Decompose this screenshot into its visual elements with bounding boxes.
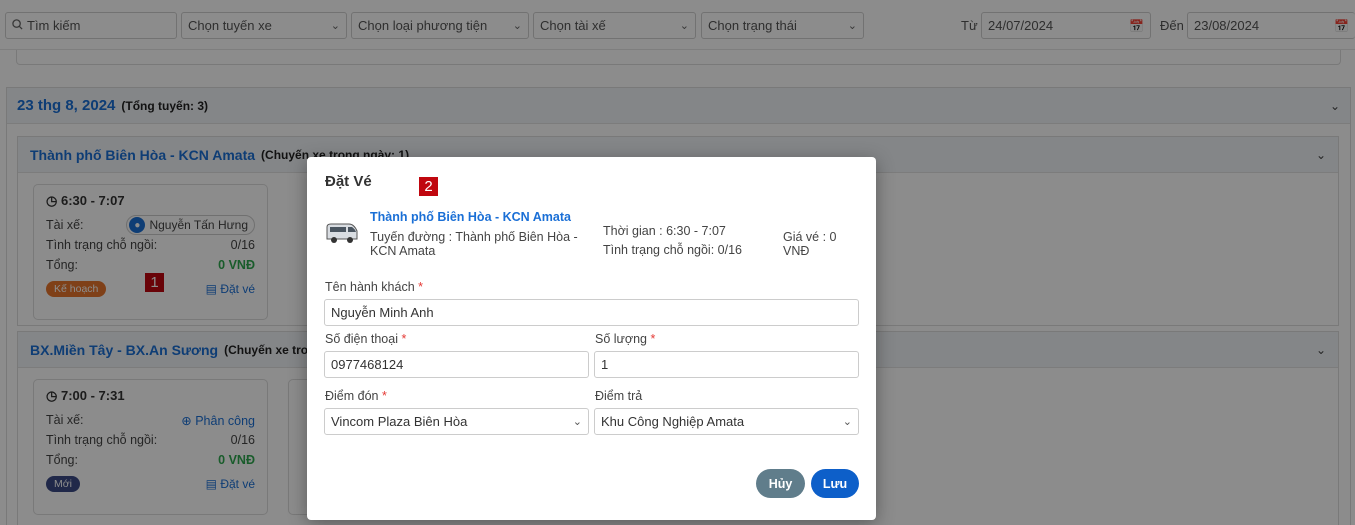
required-mark: * [381, 389, 387, 403]
passenger-label-text: Tên hành khách [325, 280, 415, 294]
booking-modal: Đặt Vé 2 Thành phố Biên Hòa - KCN Amata … [307, 157, 876, 520]
required-mark: * [401, 332, 407, 346]
quantity-label-text: Số lượng [595, 332, 648, 346]
phone-value: 0977468124 [331, 357, 404, 372]
dropoff-select[interactable]: Khu Công Nghiệp Amata ⌄ [594, 408, 859, 435]
quantity-value: 1 [601, 357, 609, 372]
pickup-label: Điểm đón * [325, 389, 387, 403]
pickup-label-text: Điểm đón [325, 389, 379, 403]
passenger-name-value: Nguyễn Minh Anh [331, 305, 434, 320]
phone-input[interactable]: 0977468124 [324, 351, 589, 378]
quantity-label: Số lượng * [595, 332, 655, 346]
required-mark: * [650, 332, 656, 346]
step-marker: 2 [418, 176, 439, 197]
cancel-button[interactable]: Hủy [756, 469, 805, 498]
quantity-input[interactable]: 1 [594, 351, 859, 378]
trip-route-line: Tuyến đường : Thành phố Biên Hòa - KCN A… [370, 230, 578, 258]
phone-label-text: Số điện thoại [325, 332, 398, 346]
trip-time: Thời gian : 6:30 - 7:07 [603, 224, 726, 238]
dropoff-label: Điểm trả [595, 389, 643, 403]
required-mark: * [418, 280, 424, 294]
phone-label: Số điện thoại * [325, 332, 406, 346]
chevron-down-icon: ⌄ [842, 416, 852, 428]
passenger-name-input[interactable]: Nguyễn Minh Anh [324, 299, 859, 326]
bus-icon [326, 223, 358, 243]
passenger-label: Tên hành khách * [325, 280, 423, 294]
dropoff-value: Khu Công Nghiệp Amata [601, 414, 745, 429]
save-button[interactable]: Lưu [811, 469, 859, 498]
trip-route-name: Thành phố Biên Hòa - KCN Amata [370, 210, 571, 224]
modal-title: Đặt Vé [325, 173, 372, 190]
chevron-down-icon: ⌄ [572, 416, 582, 428]
pickup-select[interactable]: Vincom Plaza Biên Hòa ⌄ [324, 408, 589, 435]
pickup-value: Vincom Plaza Biên Hòa [331, 414, 468, 429]
trip-price: Giá vé : 0 VNĐ [783, 230, 837, 258]
trip-seat-status: Tình trạng chỗ ngồi: 0/16 [603, 243, 742, 257]
